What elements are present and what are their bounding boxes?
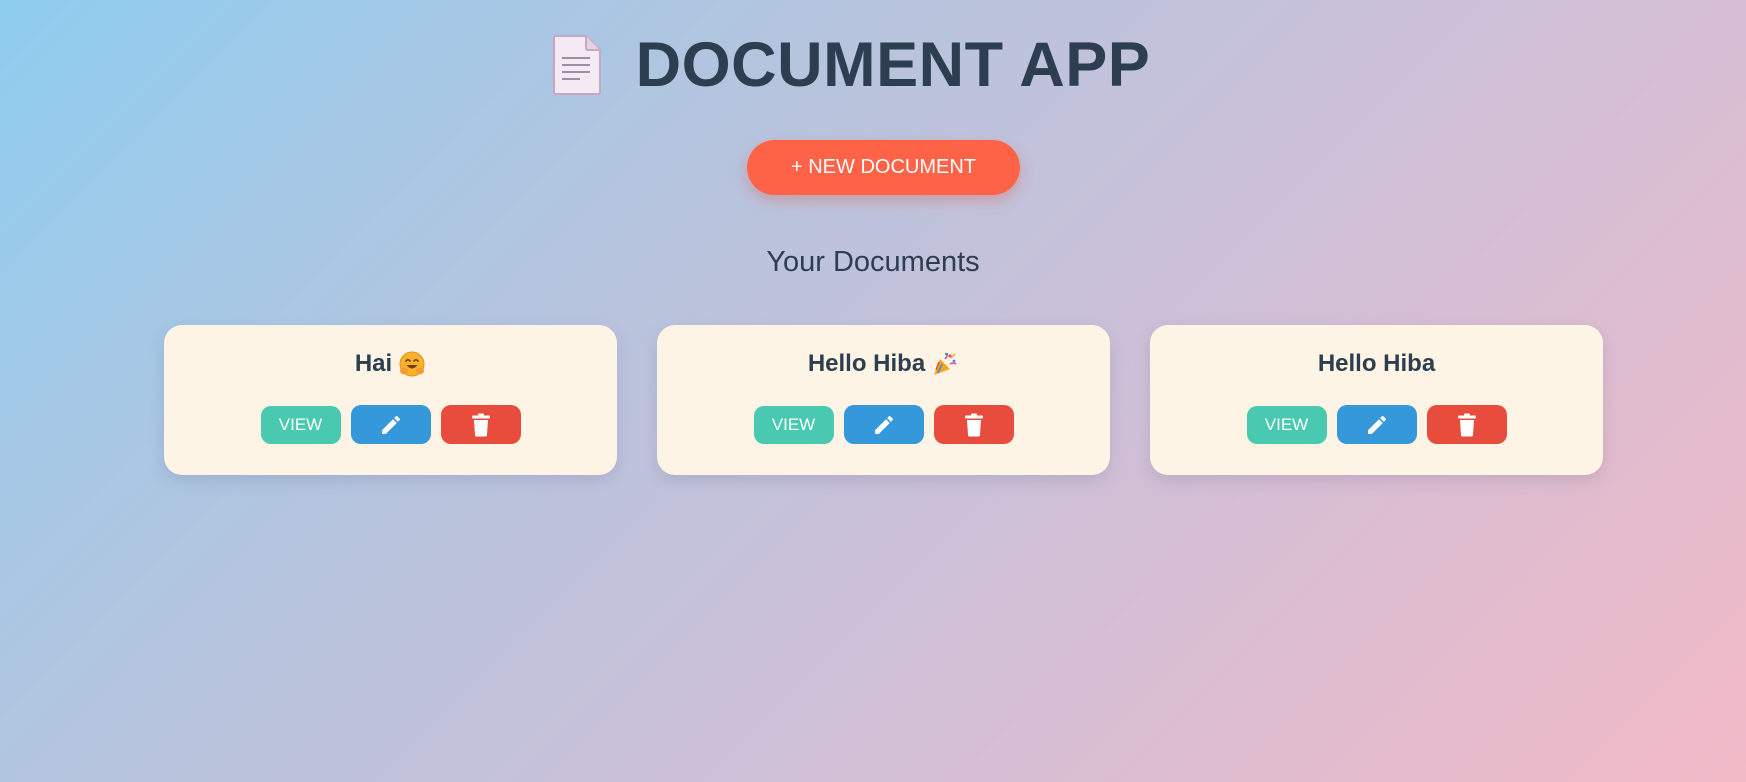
document-title-text: Hai xyxy=(354,350,393,377)
view-button[interactable]: VIEW xyxy=(260,406,341,444)
document-card: Hai VIEW xyxy=(164,325,617,475)
hugging-face-emoji-icon xyxy=(399,351,425,377)
trash-icon xyxy=(964,413,983,436)
document-actions: VIEW xyxy=(164,405,617,444)
document-card: Hello Hiba VIEW xyxy=(1150,325,1603,475)
edit-button[interactable] xyxy=(843,405,924,444)
documents-heading: Your Documents xyxy=(766,246,980,278)
document-list: Hai VIEW Hello Hiba VIEW Hello Hiba VIEW xyxy=(164,325,1603,475)
party-popper-emoji-icon xyxy=(934,352,957,375)
edit-button[interactable] xyxy=(1336,405,1417,444)
document-title: Hello Hiba xyxy=(657,350,1110,378)
trash-icon xyxy=(1457,413,1476,436)
document-title: Hello Hiba xyxy=(1150,350,1603,378)
delete-button[interactable] xyxy=(440,405,521,444)
view-button[interactable]: VIEW xyxy=(1246,406,1327,444)
edit-button[interactable] xyxy=(350,405,431,444)
pencil-icon xyxy=(1367,415,1386,434)
new-document-button[interactable]: + NEW DOCUMENT xyxy=(747,140,1020,195)
delete-button[interactable] xyxy=(1426,405,1507,444)
document-title: Hai xyxy=(164,350,617,378)
page-title: DOCUMENT APP xyxy=(635,30,1151,100)
document-icon xyxy=(552,35,601,95)
document-card: Hello Hiba VIEW xyxy=(657,325,1110,475)
document-actions: VIEW xyxy=(657,405,1110,444)
document-title-text: Hello Hiba xyxy=(807,350,926,377)
pencil-icon xyxy=(381,415,400,434)
trash-icon xyxy=(471,413,490,436)
delete-button[interactable] xyxy=(933,405,1014,444)
document-title-text: Hello Hiba xyxy=(1317,350,1436,377)
document-actions: VIEW xyxy=(1150,405,1603,444)
view-button[interactable]: VIEW xyxy=(753,406,834,444)
app-header: DOCUMENT APP xyxy=(0,30,1746,100)
pencil-icon xyxy=(874,415,893,434)
